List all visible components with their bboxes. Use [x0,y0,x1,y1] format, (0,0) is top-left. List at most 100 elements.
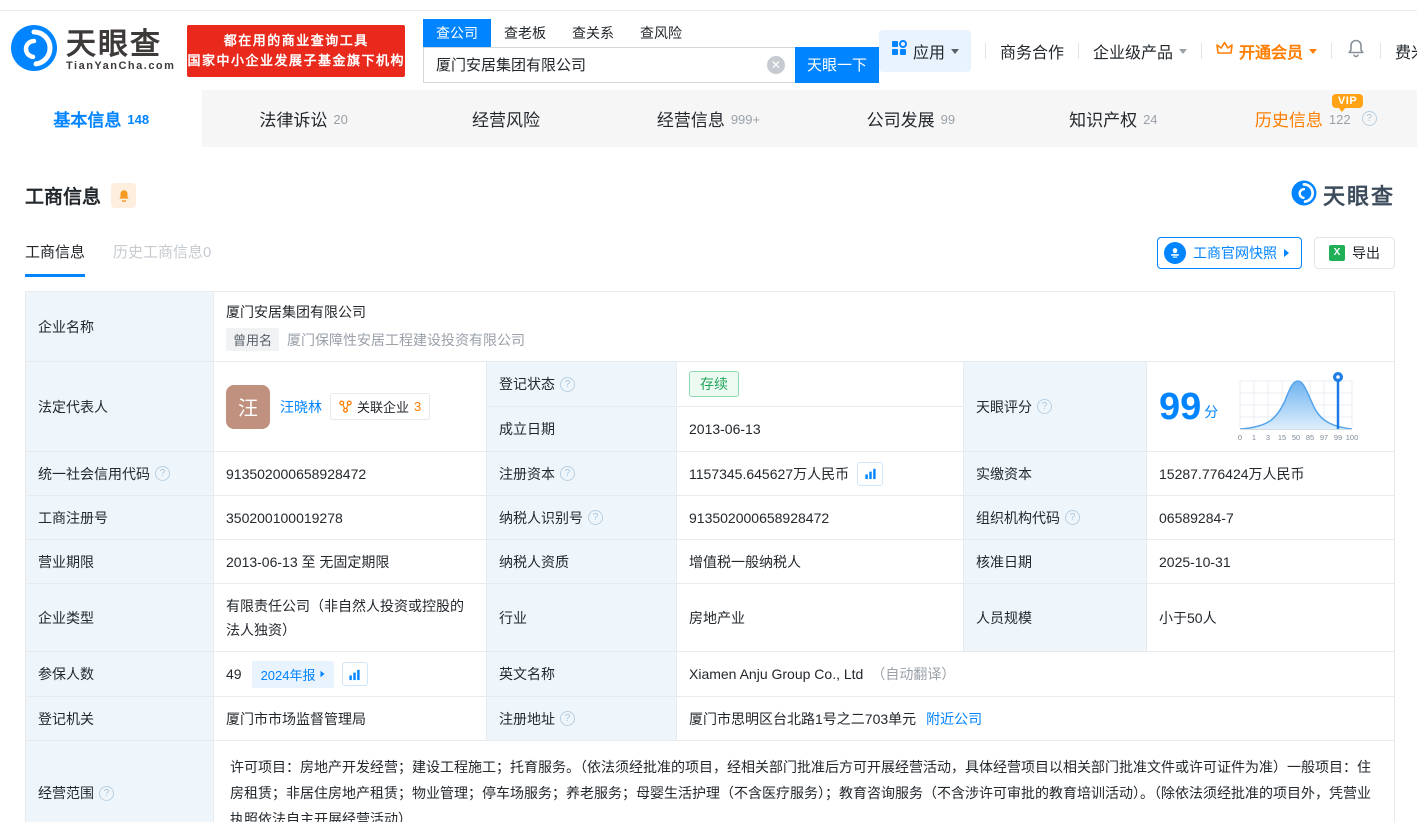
apps-label: 应用 [913,39,945,63]
business-cooperation-link[interactable]: 商务合作 [1000,39,1064,63]
help-icon[interactable]: ? [1065,510,1080,525]
help-icon[interactable]: ? [560,466,575,481]
status-badge: 存续 [689,371,739,397]
arrow-right-icon [320,671,324,677]
tab-intellectual-property[interactable]: 知识产权 24 [1012,90,1214,147]
help-icon[interactable]: ? [588,510,603,525]
company-type-value: 有限责任公司（非自然人投资或控股的法人独资） [214,584,487,651]
tab-company-development[interactable]: 公司发展 99 [810,90,1012,147]
company-name-value: 厦门安居集团有限公司 [226,302,366,322]
insured-count-value: 49 [226,666,242,682]
reg-authority-value: 厦门市市场监督管理局 [214,697,487,740]
top-divider [0,0,1417,11]
tianyancha-logo[interactable]: 天眼查 TianYanCha.com [10,24,175,77]
apps-menu[interactable]: 应用 [879,30,971,72]
enterprise-products-menu[interactable]: 企业级产品 [1093,39,1187,63]
staff-size-value: 小于50人 [1147,584,1394,651]
org-code-value: 06589284-7 [1147,496,1394,539]
tab-history-info[interactable]: VIP 历史信息 122 ? [1215,90,1417,147]
search-input[interactable] [423,47,795,83]
english-name-value: Xiamen Anju Group Co., Ltd [689,666,863,682]
search-tab-risk[interactable]: 查风险 [627,19,695,47]
help-icon[interactable]: ? [155,466,170,481]
username: 费米 [1395,39,1417,63]
clear-icon[interactable]: ✕ [767,56,785,74]
subtab-history-business-info[interactable]: 历史工商信息0 [113,241,211,277]
svg-text:1: 1 [1252,433,1256,442]
divider [1331,43,1332,59]
business-term-value: 2013-06-13 至 无固定期限 [214,540,487,583]
score-value: 99 [1159,388,1201,426]
help-icon[interactable]: ? [560,377,575,392]
watermark-logo: 天眼查 [1291,179,1395,211]
taxpayer-id-label: 纳税人识别号 [499,508,583,528]
table-row: 企业类型 有限责任公司（非自然人投资或控股的法人独资） 行业 房地产业 人员规模… [26,584,1394,652]
establish-date-label: 成立日期 [487,407,677,451]
subtab-business-info[interactable]: 工商信息 [25,241,85,277]
logo-name: 天眼查 [66,30,175,60]
tab-operating-risk[interactable]: 经营风险 [405,90,607,147]
capital-chart-button[interactable] [857,462,883,486]
divider [1201,43,1202,59]
export-button[interactable]: X 导出 [1314,237,1395,269]
reg-capital-value: 1157345.645627万人民币 [689,464,849,484]
establish-date-value: 2013-06-13 [677,407,963,451]
svg-text:85: 85 [1306,433,1314,442]
business-scope-label: 经营范围 [38,783,94,803]
help-icon[interactable]: ? [1362,111,1377,126]
chevron-down-icon [1309,49,1317,54]
tab-basic-info[interactable]: 基本信息 148 [0,90,202,147]
chevron-down-icon [951,49,959,54]
table-row: 企业名称 厦门安居集团有限公司 曾用名 厦门保障性安居工程建设投资有限公司 [26,292,1394,362]
reg-status-label: 登记状态 [499,374,555,394]
search-tab-relation[interactable]: 查关系 [559,19,627,47]
stamp-icon [1164,242,1186,264]
help-icon[interactable]: ? [1037,399,1052,414]
search-button[interactable]: 天眼一下 [795,47,879,83]
business-scope-value: 许可项目：房地产开发经营；建设工程施工；托育服务。（依法须经批准的项目，经相关部… [214,741,1394,822]
industry-value: 房地产业 [677,584,964,651]
taxpayer-id-value: 913502000658928472 [677,496,964,539]
user-menu[interactable]: 费米 [1395,39,1417,63]
table-row: 登记机关 厦门市市场监督管理局 注册地址 ? 厦门市思明区台北路1号之二703单… [26,697,1394,741]
business-info-section: 工商信息 天眼查 工商信息 历史工商信息0 工商官网快照 X 导出 [0,179,1417,822]
search-tab-company[interactable]: 查公司 [423,19,491,47]
insured-count-label: 参保人数 [26,652,214,696]
search-tab-boss[interactable]: 查老板 [491,19,559,47]
table-row: 法定代表人 汪 汪晓林 关联企业 3 登记状态 ? 存续 [26,362,1394,452]
reg-number-value: 350200100019278 [214,496,487,539]
logo-domain: TianYanCha.com [66,60,175,72]
subscribe-bell-button[interactable] [111,183,136,208]
industry-label: 行业 [487,584,677,651]
former-name-badge: 曾用名 [226,328,279,351]
tab-business-info[interactable]: 经营信息 999+ [607,90,809,147]
company-name-label: 企业名称 [26,292,214,361]
divider [1078,43,1079,59]
related-companies-badge[interactable]: 关联企业 3 [330,393,430,420]
english-name-label: 英文名称 [487,652,677,696]
legal-rep-name-link[interactable]: 汪晓林 [280,397,322,417]
official-snapshot-button[interactable]: 工商官网快照 [1157,237,1302,269]
excel-icon: X [1329,245,1345,261]
notifications-bell[interactable] [1346,38,1366,63]
help-icon[interactable]: ? [99,786,114,801]
annual-report-badge[interactable]: 2024年报 [252,661,334,688]
help-icon[interactable]: ? [560,711,575,726]
logo-swirl-icon [10,24,58,77]
org-code-label: 组织机构代码 [976,508,1060,528]
business-term-label: 营业期限 [26,540,214,583]
legal-rep-label: 法定代表人 [26,362,214,451]
table-row: 统一社会信用代码 ? 913502000658928472 注册资本 ? 115… [26,452,1394,496]
legal-rep-avatar[interactable]: 汪 [226,385,270,429]
insured-chart-button[interactable] [342,662,368,686]
business-info-table: 企业名称 厦门安居集团有限公司 曾用名 厦门保障性安居工程建设投资有限公司 法定… [25,291,1395,822]
paid-capital-label: 实缴资本 [964,452,1147,495]
nearby-companies-link[interactable]: 附近公司 [926,709,982,729]
svg-text:100: 100 [1346,433,1359,442]
table-row: 参保人数 49 2024年报 英文名称 Xiamen Anju Group Co… [26,652,1394,697]
score-label: 天眼评分 [976,397,1032,417]
tab-legal-litigation[interactable]: 法律诉讼 20 [202,90,404,147]
open-vip-menu[interactable]: 开通会员 [1216,39,1317,63]
staff-size-label: 人员规模 [964,584,1147,651]
auto-translate-note: （自动翻译） [871,664,955,684]
